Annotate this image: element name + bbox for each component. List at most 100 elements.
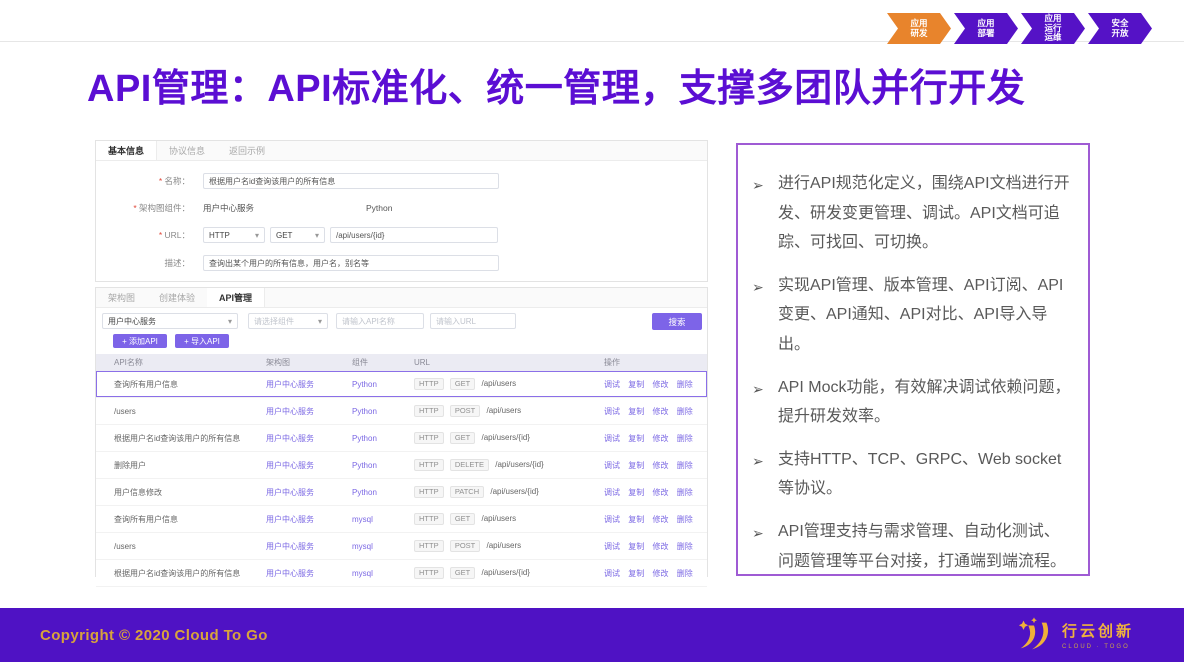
service-select[interactable]: 用户中心服务 bbox=[102, 313, 238, 329]
tab-protocol-info[interactable]: 协议信息 bbox=[157, 141, 217, 160]
search-button[interactable]: 搜索 bbox=[652, 313, 702, 330]
architecture-link[interactable]: 用户中心服务 bbox=[266, 434, 314, 443]
component-link[interactable]: Python bbox=[352, 434, 377, 443]
delete-link[interactable]: 删除 bbox=[677, 569, 693, 578]
architecture-link[interactable]: 用户中心服务 bbox=[266, 380, 314, 389]
protocol-select[interactable]: HTTP bbox=[203, 227, 265, 243]
tab-architecture[interactable]: 架构图 bbox=[96, 288, 147, 307]
delete-link[interactable]: 删除 bbox=[677, 515, 693, 524]
edit-link[interactable]: 修改 bbox=[652, 488, 668, 497]
table-row[interactable]: 用户信息修改 用户中心服务 Python HTTP PATCH /api/use… bbox=[96, 479, 707, 506]
architecture-link[interactable]: 用户中心服务 bbox=[266, 542, 314, 551]
arrow-bullet-icon: ➢ bbox=[752, 271, 778, 360]
feature-bullet: ➢ 支持HTTP、TCP、GRPC、Web socket等协议。 bbox=[752, 445, 1073, 504]
table-row[interactable]: /users 用户中心服务 mysql HTTP POST /api/users… bbox=[96, 533, 707, 560]
url-cell: HTTP POST /api/users bbox=[414, 540, 604, 552]
component-value: 用户中心服务 bbox=[203, 202, 254, 214]
import-api-button[interactable]: + 导入API bbox=[175, 334, 229, 348]
edit-link[interactable]: 修改 bbox=[652, 515, 668, 524]
delete-link[interactable]: 删除 bbox=[677, 380, 693, 389]
edit-link[interactable]: 修改 bbox=[652, 434, 668, 443]
architecture-link[interactable]: 用户中心服务 bbox=[266, 488, 314, 497]
component-link[interactable]: Python bbox=[352, 380, 377, 389]
table-row[interactable]: 删除用户 用户中心服务 Python HTTP DELETE /api/user… bbox=[96, 452, 707, 479]
architecture-link[interactable]: 用户中心服务 bbox=[266, 407, 314, 416]
delete-link[interactable]: 删除 bbox=[677, 407, 693, 416]
delete-link[interactable]: 删除 bbox=[677, 461, 693, 470]
protocol-badge: HTTP bbox=[414, 432, 444, 444]
url-cell: HTTP PATCH /api/users/{id} bbox=[414, 486, 604, 498]
copy-link[interactable]: 复制 bbox=[628, 542, 644, 551]
delete-link[interactable]: 删除 bbox=[677, 488, 693, 497]
breadcrumb-step: 应用 运行 运维 bbox=[1021, 13, 1085, 44]
component-link[interactable]: mysql bbox=[352, 569, 373, 578]
edit-link[interactable]: 修改 bbox=[652, 461, 668, 470]
method-badge: GET bbox=[450, 432, 475, 444]
process-breadcrumb: 应用 研发应用 部署应用 运行 运维安全 开放 bbox=[887, 13, 1152, 44]
desc-input[interactable] bbox=[203, 255, 499, 271]
company-logo: 行云创新 CLOUD · TOGO bbox=[1013, 616, 1134, 654]
architecture-link[interactable]: 用户中心服务 bbox=[266, 569, 314, 578]
api-name-cell: 查询所有用户信息 bbox=[114, 379, 266, 390]
debug-link[interactable]: 调试 bbox=[604, 380, 620, 389]
copy-link[interactable]: 复制 bbox=[628, 488, 644, 497]
table-header: API名称架构图组件URL操作 bbox=[96, 354, 707, 371]
delete-link[interactable]: 删除 bbox=[677, 434, 693, 443]
tab-api-management[interactable]: API管理 bbox=[207, 288, 265, 307]
api-name-filter-input[interactable] bbox=[336, 313, 424, 329]
table-row[interactable]: /users 用户中心服务 Python HTTP POST /api/user… bbox=[96, 398, 707, 425]
url-cell: HTTP GET /api/users/{id} bbox=[414, 567, 604, 579]
copy-link[interactable]: 复制 bbox=[628, 434, 644, 443]
edit-link[interactable]: 修改 bbox=[652, 380, 668, 389]
debug-link[interactable]: 调试 bbox=[604, 569, 620, 578]
debug-link[interactable]: 调试 bbox=[604, 407, 620, 416]
method-select[interactable]: GET bbox=[270, 227, 325, 243]
component-link[interactable]: Python bbox=[352, 461, 377, 470]
debug-link[interactable]: 调试 bbox=[604, 542, 620, 551]
debug-link[interactable]: 调试 bbox=[604, 488, 620, 497]
bullet-text: 实现API管理、版本管理、API订阅、API变更、API通知、API对比、API… bbox=[778, 271, 1073, 360]
debug-link[interactable]: 调试 bbox=[604, 461, 620, 470]
table-row[interactable]: 根据用户名id查询该用户的所有信息 用户中心服务 mysql HTTP GET … bbox=[96, 560, 707, 587]
edit-link[interactable]: 修改 bbox=[652, 407, 668, 416]
component-link[interactable]: Python bbox=[352, 488, 377, 497]
component-language: Python bbox=[366, 203, 392, 213]
component-link[interactable]: mysql bbox=[352, 515, 373, 524]
debug-link[interactable]: 调试 bbox=[604, 515, 620, 524]
url-path: /api/users/{id} bbox=[481, 433, 529, 442]
edit-link[interactable]: 修改 bbox=[652, 542, 668, 551]
table-row[interactable]: 根据用户名id查询该用户的所有信息 用户中心服务 Python HTTP GET… bbox=[96, 425, 707, 452]
url-cell: HTTP GET /api/users bbox=[414, 378, 604, 390]
component-label: 架构图组件： bbox=[110, 202, 190, 214]
edit-link[interactable]: 修改 bbox=[652, 569, 668, 578]
api-table: API名称架构图组件URL操作 查询所有用户信息 用户中心服务 Python H… bbox=[96, 354, 707, 587]
tab-basic-info[interactable]: 基本信息 bbox=[96, 141, 157, 160]
copy-link[interactable]: 复制 bbox=[628, 407, 644, 416]
component-link[interactable]: mysql bbox=[352, 542, 373, 551]
name-input[interactable] bbox=[203, 173, 499, 189]
copy-link[interactable]: 复制 bbox=[628, 380, 644, 389]
tab-return-example[interactable]: 返回示例 bbox=[217, 141, 277, 160]
url-filter-input[interactable] bbox=[430, 313, 516, 329]
component-filter-select[interactable]: 请选择组件 bbox=[248, 313, 328, 329]
bullet-text: 支持HTTP、TCP、GRPC、Web socket等协议。 bbox=[778, 445, 1073, 504]
url-cell: HTTP DELETE /api/users/{id} bbox=[414, 459, 604, 471]
component-link[interactable]: Python bbox=[352, 407, 377, 416]
url-path: /api/users bbox=[486, 541, 521, 550]
chevron-down-icon bbox=[255, 231, 259, 240]
architecture-link[interactable]: 用户中心服务 bbox=[266, 461, 314, 470]
copy-link[interactable]: 复制 bbox=[628, 569, 644, 578]
copy-link[interactable]: 复制 bbox=[628, 515, 644, 524]
add-api-button[interactable]: + 添加API bbox=[113, 334, 167, 348]
delete-link[interactable]: 删除 bbox=[677, 542, 693, 551]
tab-create-experience[interactable]: 创建体验 bbox=[147, 288, 207, 307]
actions-cell: 调试 复制 修改 删除 bbox=[604, 460, 707, 471]
bullet-text: API管理支持与需求管理、自动化测试、问题管理等平台对接，打通端到端流程。 bbox=[778, 517, 1073, 576]
debug-link[interactable]: 调试 bbox=[604, 434, 620, 443]
url-path-input[interactable] bbox=[330, 227, 498, 243]
table-row[interactable]: 查询所有用户信息 用户中心服务 mysql HTTP GET /api/user… bbox=[96, 506, 707, 533]
table-row[interactable]: 查询所有用户信息 用户中心服务 Python HTTP GET /api/use… bbox=[96, 371, 707, 398]
copy-link[interactable]: 复制 bbox=[628, 461, 644, 470]
method-badge: POST bbox=[450, 540, 480, 552]
architecture-link[interactable]: 用户中心服务 bbox=[266, 515, 314, 524]
